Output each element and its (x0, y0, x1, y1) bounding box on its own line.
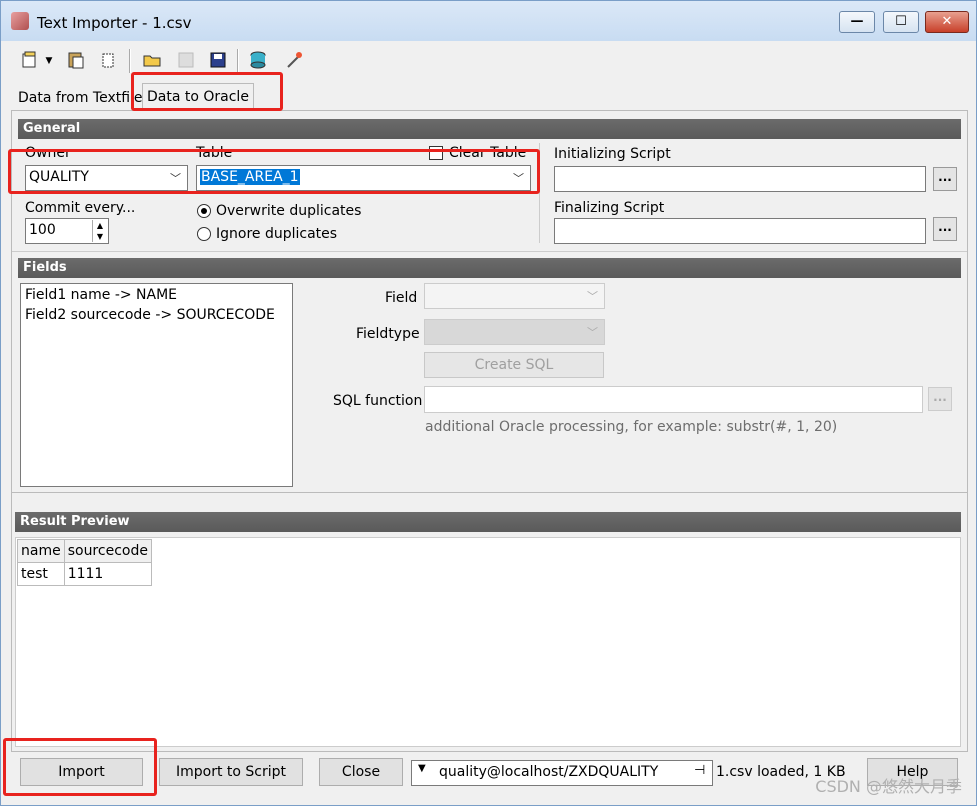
field-select[interactable]: ﹀ (424, 283, 605, 309)
new-icon[interactable] (19, 50, 41, 72)
maximize-button[interactable]: ☐ (883, 11, 919, 33)
fields-header: Fields (18, 258, 961, 278)
close-button[interactable]: Close (319, 758, 403, 786)
title-bar: Text Importer - 1.csv — ☐ ✕ (1, 1, 976, 41)
finalizing-script-browse-button[interactable]: ... (933, 217, 957, 241)
overwrite-duplicates-label: Overwrite duplicates (216, 203, 362, 219)
result-preview-header: Result Preview (15, 512, 961, 532)
connection-box[interactable]: ▼ quality@localhost/ZXDQUALITY ⊣ (411, 760, 713, 786)
highlight-box (3, 738, 157, 796)
sql-function-input[interactable] (424, 386, 923, 413)
fieldtype-select[interactable]: ﹀ (424, 319, 605, 345)
table-header-row: name sourcecode (17, 539, 152, 563)
text-importer-window: Text Importer - 1.csv — ☐ ✕ ▼ Data from … (0, 0, 977, 806)
minimize-icon: — (850, 14, 864, 29)
ignore-duplicates-radio[interactable] (197, 227, 211, 241)
database-icon[interactable] (247, 50, 269, 72)
close-window-button[interactable]: ✕ (925, 11, 969, 33)
finalizing-script-input[interactable] (554, 218, 926, 244)
general-header: General (18, 119, 961, 139)
connection-value: quality@localhost/ZXDQUALITY (439, 764, 659, 780)
paste-icon[interactable] (65, 50, 87, 72)
result-table: name sourcecode test 1111 (17, 539, 152, 586)
divider (12, 251, 967, 252)
window-title: Text Importer - 1.csv (37, 14, 192, 32)
commit-label: Commit every... (25, 200, 136, 216)
wand-icon[interactable] (283, 50, 305, 72)
sql-function-hint: additional Oracle processing, for exampl… (425, 419, 838, 435)
list-item[interactable]: Field1 name -> NAME (25, 287, 177, 303)
column-header: name (17, 539, 65, 563)
chevron-down-icon: ﹀ (587, 326, 598, 339)
tab-data-from-textfile[interactable]: Data from Textfile (14, 87, 147, 109)
save-icon[interactable] (207, 50, 229, 72)
create-sql-button[interactable]: Create SQL (424, 352, 604, 378)
table-cell: test (17, 562, 65, 586)
field-label: Field (385, 290, 418, 306)
watermark-text: CSDN @悠然大月季 (815, 777, 962, 796)
sql-function-browse-button[interactable]: ... (928, 387, 952, 411)
result-preview-grid: name sourcecode test 1111 (15, 537, 961, 747)
initializing-script-input[interactable] (554, 166, 926, 192)
finalizing-script-label: Finalizing Script (554, 200, 665, 216)
toolbar-separator (237, 49, 239, 73)
clear-icon[interactable] (97, 50, 119, 72)
toolbar-separator (129, 49, 131, 73)
initializing-script-browse-button[interactable]: ... (933, 167, 957, 191)
column-header: sourcecode (63, 539, 152, 563)
overwrite-duplicates-radio[interactable] (197, 204, 211, 218)
highlight-box (131, 72, 283, 111)
commit-value: 100 (29, 222, 56, 238)
sql-function-label: SQL function (333, 393, 423, 409)
list-item[interactable]: Field2 sourcecode -> SOURCECODE (25, 307, 275, 323)
import-to-script-button[interactable]: Import to Script (159, 758, 303, 786)
commit-every-stepper[interactable]: 100 ▲ ▼ (25, 218, 109, 244)
save-disabled-icon (175, 50, 197, 72)
divider (12, 492, 967, 493)
chevron-down-icon[interactable]: ▼ (43, 50, 55, 72)
oracle-tab-page: General Owner QUALITY ﹀ Table BASE_AREA_… (11, 110, 968, 752)
initializing-script-label: Initializing Script (554, 146, 671, 162)
maximize-icon: ☐ (895, 14, 907, 29)
fields-list[interactable]: Field1 name -> NAME Field2 sourcecode ->… (20, 283, 293, 487)
close-icon: ✕ (941, 14, 953, 29)
ignore-duplicates-label: Ignore duplicates (216, 226, 338, 242)
chevron-down-icon: ﹀ (587, 290, 598, 303)
chevron-down-icon[interactable]: ▼ (418, 763, 426, 774)
open-folder-icon[interactable] (141, 50, 163, 72)
minimize-button[interactable]: — (839, 11, 875, 33)
table-cell: 1111 (63, 562, 152, 586)
highlight-box (8, 149, 540, 194)
table-row: test 1111 (17, 562, 152, 586)
app-icon (11, 12, 29, 30)
spin-arrows-icon[interactable]: ▲ ▼ (92, 220, 107, 242)
pin-icon[interactable]: ⊣ (694, 763, 705, 778)
fieldtype-label: Fieldtype (356, 326, 420, 342)
